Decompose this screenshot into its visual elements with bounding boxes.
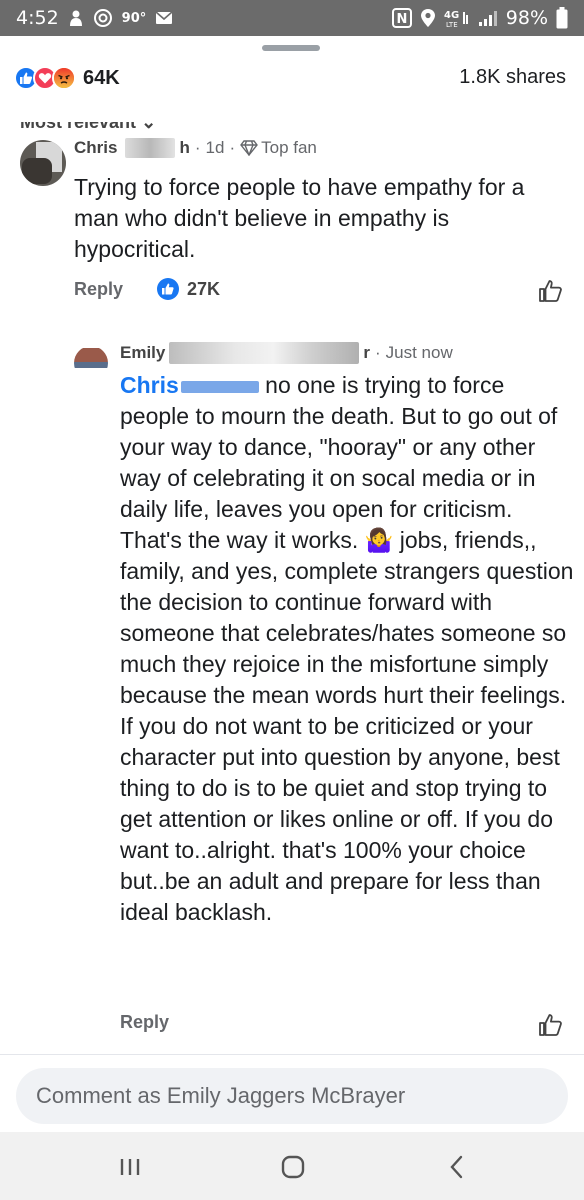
person-icon (68, 9, 84, 27)
comment-actions: Reply 27K (74, 278, 220, 300)
notification-icon (155, 11, 173, 25)
reply-button[interactable]: Reply (74, 279, 123, 300)
chevron-down-icon: ⌄ (141, 122, 157, 132)
redacted-name (169, 342, 360, 364)
comment-text: Trying to force people to have empathy f… (74, 174, 525, 262)
avatar[interactable] (20, 140, 66, 186)
comment-actions: Reply (120, 1012, 169, 1033)
drag-handle[interactable] (262, 45, 320, 51)
redacted-name (180, 380, 259, 393)
like-icon (157, 278, 180, 300)
wifi-icon: 4G LTE (444, 8, 470, 28)
diamond-icon (240, 140, 259, 156)
svg-text:LTE: LTE (446, 21, 458, 28)
likes-count: 27K (187, 278, 221, 299)
cell-signal-icon (478, 9, 498, 27)
comments-sheet-header: 64K 1.8K shares Most relevant ⌄ (0, 36, 584, 132)
redacted-name (125, 138, 176, 158)
temperature: 90° (121, 10, 147, 26)
svg-text:N: N (396, 12, 407, 27)
mention-link[interactable]: Chris (120, 372, 179, 398)
thumbs-up-icon[interactable] (538, 278, 564, 304)
avatar[interactable] (74, 346, 108, 380)
top-fan-badge: Top fan (261, 138, 317, 157)
back-icon[interactable] (440, 1150, 474, 1184)
clock: 4:52 (16, 7, 59, 29)
comment-author-suffix: r (363, 343, 370, 362)
sort-label: Most relevant (20, 122, 137, 132)
location-icon (420, 8, 436, 28)
recent-apps-icon[interactable] (113, 1150, 147, 1184)
thumbs-up-icon[interactable] (538, 1012, 564, 1038)
reactions-count: 64K (83, 66, 120, 89)
comment-author[interactable]: Emily (120, 343, 165, 363)
comment-meta: Emily r · Just now (120, 342, 453, 364)
comment-body: no one is trying to force people to mour… (120, 372, 574, 925)
nfc-icon: N (391, 8, 412, 28)
comment-time: 1d (205, 138, 225, 157)
comment-likes[interactable]: 27K (157, 278, 220, 300)
comment-meta: Chris h · 1d · Top fan (74, 138, 317, 158)
comment-text: Chris no one is trying to force people t… (120, 370, 575, 928)
comment-input[interactable]: Comment as Emily Jaggers McBrayer (16, 1068, 568, 1124)
comment-composer: Comment as Emily Jaggers McBrayer (0, 1054, 584, 1132)
comment-author-suffix: h (179, 138, 190, 157)
comment-author[interactable]: Chris (74, 138, 117, 158)
android-nav-bar (0, 1132, 584, 1200)
status-bar: 4:52 90° N 4G LTE 98% (0, 0, 584, 36)
signal-icon (93, 8, 113, 28)
shares-count[interactable]: 1.8K shares (459, 66, 566, 89)
angry-icon (52, 66, 76, 90)
battery-level: 98% (505, 7, 548, 29)
home-icon[interactable] (276, 1150, 310, 1184)
comment-time: Just now (385, 343, 453, 362)
reply-button[interactable]: Reply (120, 1012, 169, 1033)
svg-text:4G: 4G (444, 10, 459, 21)
reaction-summary[interactable]: 64K (14, 66, 120, 90)
battery-icon (556, 7, 568, 29)
